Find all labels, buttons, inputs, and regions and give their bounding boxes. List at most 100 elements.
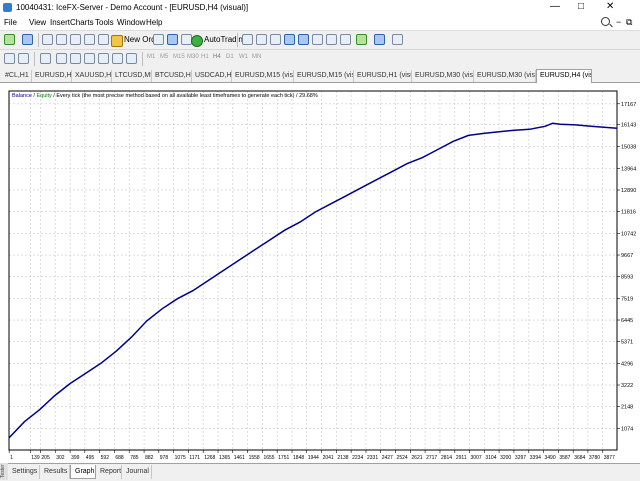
templates-icon[interactable] (392, 34, 403, 45)
chart-shift-icon[interactable] (340, 34, 351, 45)
tab-eurusd-m15-visual-1[interactable]: EURUSD,M15 (visual) (232, 70, 294, 82)
close-button[interactable]: ✕ (606, 2, 614, 12)
maximize-button[interactable]: □ (578, 2, 584, 12)
tab-eurusd-m30-visual-1[interactable]: EURUSD,M30 (visual) (412, 70, 474, 82)
candlestick-icon[interactable] (256, 34, 267, 45)
market-watch-icon[interactable] (42, 34, 53, 45)
tester-side-label[interactable]: Tester (0, 463, 8, 480)
y-tick-label: 3222 (621, 383, 633, 389)
menu-tools[interactable]: Tools (95, 18, 114, 27)
tab-xauusd-h1[interactable]: XAUUSD,H1 (72, 70, 112, 82)
window-title: 10040431: IceFX-Server - Demo Account - … (16, 3, 249, 12)
timeframe-m15[interactable]: M15 (173, 54, 185, 60)
timeframe-m5[interactable]: M5 (160, 54, 168, 60)
tab-eurusd-m30-visual-2[interactable]: EURUSD,M30 (visual) (474, 70, 536, 82)
x-tick-label: 978 (160, 455, 169, 461)
tab-usdcad-h4[interactable]: USDCAD,H4 (192, 70, 232, 82)
x-tick-label: 1848 (293, 455, 304, 461)
zoom-in-icon[interactable] (284, 34, 295, 45)
balance-line (8, 122, 618, 439)
x-tick-label: 1268 (204, 455, 215, 461)
minimize-button[interactable]: — (550, 2, 560, 12)
legend-balance: Balance (12, 93, 32, 99)
drawing-toolbar: M1 M5 M15 M30 H1 H4 D1 W1 MN (0, 50, 640, 69)
horizontal-line-icon[interactable] (56, 53, 67, 64)
menu-insert[interactable]: Insert (50, 18, 70, 27)
menu-file[interactable]: File (4, 18, 17, 27)
x-tick-label: 2524 (397, 455, 408, 461)
search-icon[interactable] (601, 17, 610, 26)
menu-window[interactable]: Window (117, 18, 145, 27)
x-tick-label: 2621 (411, 455, 422, 461)
navigator-icon[interactable] (70, 34, 81, 45)
zoom-out-icon[interactable] (298, 34, 309, 45)
menu-charts[interactable]: Charts (70, 18, 94, 27)
tile-windows-icon[interactable] (312, 34, 323, 45)
x-tick-label: 205 (41, 455, 50, 461)
x-tick-label: 3297 (515, 455, 526, 461)
y-tick-label: 17167 (621, 102, 636, 108)
child-minimize-button[interactable]: − (616, 17, 621, 27)
y-tick-label: 6445 (621, 318, 633, 324)
tab-cl-h1[interactable]: #CL,H1 (2, 70, 32, 82)
indicators-icon[interactable] (356, 34, 367, 45)
tab-settings[interactable]: Settings (8, 465, 40, 479)
tab-eurusd-m15-visual-2[interactable]: EURUSD,M15 (visual) (294, 70, 354, 82)
timeframe-h1[interactable]: H1 (201, 54, 209, 60)
x-tick-label: 1558 (249, 455, 260, 461)
timeframe-w1[interactable]: W1 (239, 54, 248, 60)
crosshair-icon[interactable] (18, 53, 29, 64)
channel-icon[interactable] (84, 53, 95, 64)
cursor-icon[interactable] (4, 53, 15, 64)
auto-scroll-icon[interactable] (326, 34, 337, 45)
vertical-line-icon[interactable] (40, 53, 51, 64)
tab-eurusd-h4-visual[interactable]: EURUSD,H4 (visual) (536, 69, 592, 83)
text-icon[interactable] (98, 53, 109, 64)
data-window-icon[interactable] (56, 34, 67, 45)
x-tick-label: 2331 (367, 455, 378, 461)
y-tick-label: 11816 (621, 210, 636, 216)
strategy-tester-icon[interactable] (98, 34, 109, 45)
x-tick-label: 3200 (500, 455, 511, 461)
menu-view[interactable]: View (29, 18, 46, 27)
tab-eurusd-h1[interactable]: EURUSD,H1 (32, 70, 72, 82)
child-restore-button[interactable]: ⧉ (626, 17, 632, 28)
text-label-icon[interactable] (112, 53, 123, 64)
tab-btcusd-h1[interactable]: BTCUSD,H1 (152, 70, 192, 82)
tab-ltcusd-m5[interactable]: LTCUSD,M5 (112, 70, 152, 82)
tab-journal[interactable]: Journal (122, 465, 152, 479)
profiles-icon[interactable] (22, 34, 33, 45)
timeframe-mn[interactable]: MN (252, 54, 261, 60)
tab-report[interactable]: Report (96, 465, 122, 479)
tab-results[interactable]: Results (40, 465, 70, 479)
menu-help[interactable]: Help (146, 18, 162, 27)
periods-icon[interactable] (374, 34, 385, 45)
timeframe-m1[interactable]: M1 (147, 54, 155, 60)
terminal-icon[interactable] (84, 34, 95, 45)
tester-graph: 17167 16143 15038 13964 12890 11816 10742 9667 8… (0, 83, 640, 463)
x-tick-label: 2911 (456, 455, 467, 461)
signals-icon[interactable] (167, 34, 178, 45)
legend-text: Balance / Equity / Every tick (the most … (12, 93, 318, 99)
line-chart-icon[interactable] (270, 34, 281, 45)
plot-frame (8, 90, 618, 451)
tab-graph[interactable]: Graph (70, 465, 96, 479)
new-chart-icon[interactable] (4, 34, 15, 45)
x-tick-label: 139 (31, 455, 40, 461)
tab-eurusd-h1-visual[interactable]: EURUSD,H1 (visual) (354, 70, 412, 82)
trendline-icon[interactable] (70, 53, 81, 64)
timeframe-d1[interactable]: D1 (226, 54, 234, 60)
legend-rest: / Every tick (the most precise method ba… (52, 93, 318, 99)
grid (8, 91, 617, 450)
x-tick-label: 3587 (559, 455, 570, 461)
x-tick-label: 2427 (382, 455, 393, 461)
arrows-icon[interactable] (126, 53, 137, 64)
app-icon (3, 3, 12, 12)
bar-chart-icon[interactable] (242, 34, 253, 45)
x-tick-label: 2041 (323, 455, 334, 461)
new-order-icon (111, 35, 123, 47)
metaeditor-icon[interactable] (153, 34, 164, 45)
timeframe-h4[interactable]: H4 (213, 54, 221, 60)
autotrading-label: AutoTrading (204, 35, 248, 44)
timeframe-m30[interactable]: M30 (187, 54, 199, 60)
